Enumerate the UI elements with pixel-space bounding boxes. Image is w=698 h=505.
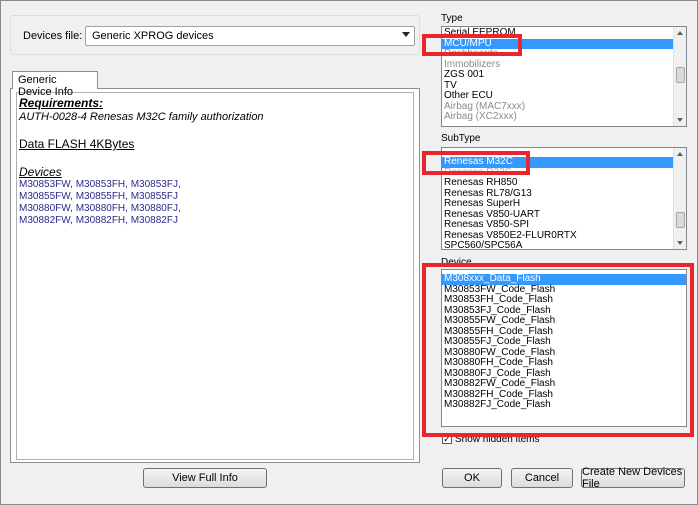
ok-button[interactable]: OK <box>442 468 502 488</box>
list-item[interactable]: SPC560/SPC56A <box>442 240 686 249</box>
tab-panel: Requirements: AUTH-0028-4 Renesas M32C f… <box>10 88 420 463</box>
flash-size-line: Data FLASH 4KBytes <box>19 137 135 151</box>
scroll-thumb[interactable] <box>676 67 685 83</box>
device-label: Device <box>441 257 472 268</box>
type-scrollbar[interactable] <box>673 27 686 126</box>
devices-file-label: Devices file: <box>23 30 83 42</box>
list-item[interactable]: M30882FJ_Code_Flash <box>442 399 686 411</box>
devices-dialog: Devices file: Generic XPROG devices Gene… <box>0 0 698 505</box>
devices-file-value: Generic XPROG devices <box>92 30 214 42</box>
type-list[interactable]: Serial EEPROM MCU/MPU Dashboards Immobil… <box>441 26 687 127</box>
requirements-title: Requirements: <box>19 96 104 110</box>
view-full-info-button[interactable]: View Full Info <box>143 468 267 488</box>
list-item[interactable]: ZGS 001 <box>442 69 686 81</box>
tab-label: Generic Device Info <box>18 74 74 98</box>
list-item[interactable]: M30882FW_Code_Flash <box>442 378 686 390</box>
scroll-down-icon[interactable] <box>677 118 683 122</box>
scroll-thumb[interactable] <box>676 212 685 228</box>
subtype-label: SubType <box>441 133 481 144</box>
list-item[interactable]: Renesas RH850 <box>442 177 686 189</box>
list-item[interactable]: M308xxx_Data_Flash <box>442 273 686 285</box>
list-item[interactable]: Dashboards <box>442 48 686 60</box>
device-line: M30882FW, M30882FH, M30882FJ <box>19 215 178 226</box>
list-item[interactable]: M30855FJ_Code_Flash <box>442 336 686 348</box>
device-line: M30855FW, M30855FH, M30855FJ <box>19 191 178 202</box>
device-line: M30853FW, M30853FH, M30853FJ, <box>19 179 181 190</box>
show-hidden-label: Show hidden items <box>455 434 540 445</box>
list-item[interactable]: Serial EEPROM <box>442 27 686 39</box>
cancel-button[interactable]: Cancel <box>511 468 573 488</box>
device-list[interactable]: M308xxx_Data_Flash M30853FW_Code_Flash M… <box>441 269 687 427</box>
tab-generic-device-info[interactable]: Generic Device Info <box>12 71 98 98</box>
list-item[interactable]: Other ECU <box>442 90 686 102</box>
list-item[interactable]: Renesas V850-SPI <box>442 219 686 231</box>
device-line: M30880FW, M30880FH, M30880FJ, <box>19 203 181 214</box>
chevron-down-icon[interactable] <box>402 32 410 37</box>
requirement-line: AUTH-0028-4 Renesas M32C family authoriz… <box>19 111 264 123</box>
devices-title: Devices <box>19 165 62 179</box>
devices-file-combo[interactable]: Generic XPROG devices <box>85 26 415 46</box>
device-info-box: Requirements: AUTH-0028-4 Renesas M32C f… <box>16 92 414 460</box>
devices-file-group: Devices file: Generic XPROG devices <box>10 15 420 55</box>
create-new-devices-file-button[interactable]: Create New Devices File <box>581 466 685 490</box>
scroll-down-icon[interactable] <box>677 241 683 245</box>
show-hidden-checkbox[interactable]: ✓ <box>442 434 452 444</box>
list-item[interactable]: M30853FH_Code_Flash <box>442 294 686 306</box>
subtype-scrollbar[interactable] <box>673 148 686 249</box>
list-item[interactable]: Renesas M32C <box>442 156 686 168</box>
list-item[interactable]: M30880FH_Code_Flash <box>442 357 686 369</box>
type-label: Type <box>441 13 463 24</box>
scroll-up-icon[interactable] <box>677 31 683 35</box>
list-item[interactable]: M30855FW_Code_Flash <box>442 315 686 327</box>
list-item[interactable]: Airbag (XC2xxx) <box>442 111 686 123</box>
subtype-list[interactable]: Renesas M32C Renesas R32C Renesas RH850 … <box>441 147 687 250</box>
list-item[interactable]: Renesas SuperH <box>442 198 686 210</box>
scroll-up-icon[interactable] <box>677 152 683 156</box>
